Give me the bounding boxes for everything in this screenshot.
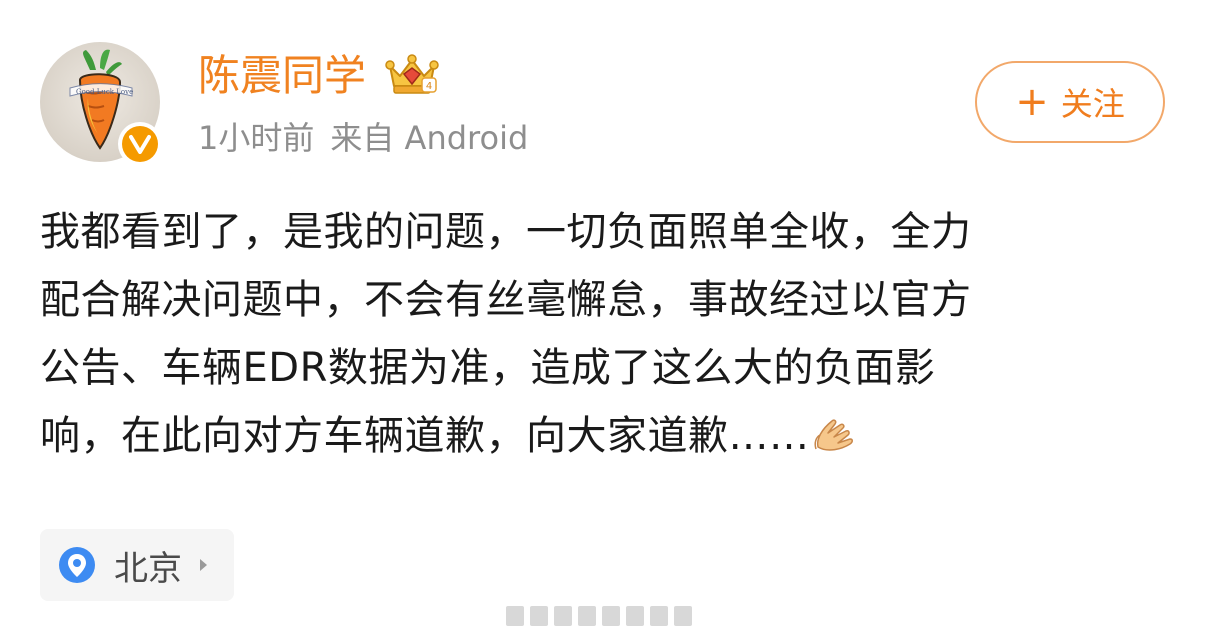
post-line: 配合解决问题中，不会有丝毫懈怠，事故经过以官方 bbox=[40, 277, 972, 323]
post-line: 响，在此向对方车辆道歉，向大家道歉…… bbox=[40, 413, 810, 459]
watermark-icon bbox=[506, 606, 692, 626]
username[interactable]: 陈震同学 bbox=[198, 50, 366, 102]
weibo-post-card: Good Luck Love 陈震同学 4 1小时前 来自 Android + 关… bbox=[0, 0, 1206, 642]
post-line: 公告、车辆EDR数据为准，造成了这么大的负面影 bbox=[40, 345, 936, 391]
crown-badge-icon: 4 bbox=[385, 54, 439, 94]
svg-text:4: 4 bbox=[426, 81, 432, 92]
post-line-last: 响，在此向对方车辆道歉，向大家道歉…… bbox=[40, 402, 1150, 470]
chevron-right-icon bbox=[200, 559, 207, 571]
follow-button[interactable]: + 关注 bbox=[975, 61, 1165, 143]
post-source: 来自 Android bbox=[330, 119, 529, 157]
verified-v-badge-icon bbox=[129, 135, 151, 154]
post-line: 我都看到了，是我的问题，一切负面照单全收，全力 bbox=[40, 209, 972, 255]
post-time: 1小时前 bbox=[198, 119, 315, 157]
location-label: 北京 bbox=[114, 548, 182, 589]
svg-text:Good Luck Love: Good Luck Love bbox=[76, 88, 133, 96]
location-pin-icon bbox=[59, 547, 95, 583]
verified-badge bbox=[118, 122, 162, 166]
follow-button-label: 关注 bbox=[1060, 85, 1125, 123]
plus-icon: + bbox=[1015, 79, 1049, 125]
praying-hands-emoji bbox=[813, 419, 853, 451]
post-content: 我都看到了，是我的问题，一切负面照单全收，全力 配合解决问题中，不会有丝毫懈怠，… bbox=[40, 198, 1150, 470]
location-chip[interactable]: 北京 bbox=[40, 529, 234, 601]
post-meta: 1小时前 来自 Android bbox=[198, 116, 528, 160]
